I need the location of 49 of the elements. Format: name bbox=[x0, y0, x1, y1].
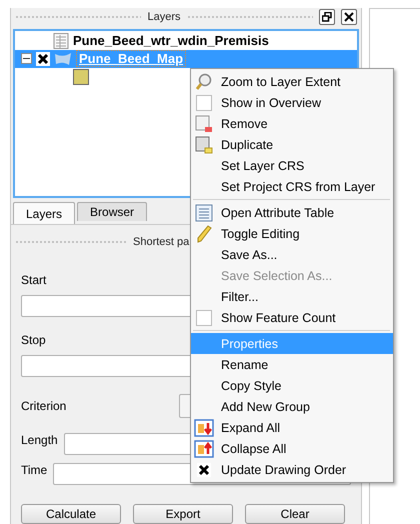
panel-title: Layers bbox=[147, 10, 181, 23]
action-button[interactable]: Calculate bbox=[21, 504, 121, 524]
layer-row[interactable]: Pune_Beed_wtr_wdin_Premisis bbox=[15, 32, 357, 50]
menu-item[interactable]: Duplicate bbox=[191, 134, 393, 155]
polygon-layer-icon bbox=[54, 52, 72, 66]
remove-layer-icon bbox=[195, 114, 213, 132]
table-layer-icon bbox=[53, 32, 69, 49]
table-icon bbox=[195, 204, 213, 222]
menu-item[interactable]: Copy Style bbox=[191, 375, 393, 396]
expand-icon bbox=[194, 418, 214, 436]
action-button[interactable]: Export bbox=[133, 504, 233, 524]
checkbox[interactable] bbox=[196, 94, 212, 110]
menu-item[interactable]: Toggle Editing bbox=[191, 223, 393, 244]
menu-item[interactable]: Update Drawing Order bbox=[191, 459, 393, 480]
field-label: Length bbox=[21, 433, 58, 447]
menu-item[interactable]: Expand All bbox=[191, 417, 393, 438]
collapse-toggle-icon[interactable] bbox=[21, 53, 32, 64]
menu-item[interactable]: Show Feature Count bbox=[191, 307, 393, 328]
menu-item[interactable]: Set Project CRS from Layer bbox=[191, 176, 393, 197]
field-label: Time bbox=[21, 463, 48, 477]
menu-item[interactable]: Save As... bbox=[191, 244, 393, 265]
menu-item[interactable]: Set Layer CRS bbox=[191, 155, 393, 176]
menu-item[interactable]: Filter... bbox=[191, 286, 393, 307]
menu-item[interactable]: Rename bbox=[191, 354, 393, 375]
menu-item[interactable]: Add New Group bbox=[191, 396, 393, 417]
menu-item[interactable]: Open Attribute Table bbox=[191, 202, 393, 223]
panel-title: Shortest pa bbox=[133, 236, 190, 248]
collapse-icon bbox=[194, 440, 214, 458]
menu-item[interactable]: Show in Overview bbox=[191, 92, 393, 113]
layer-name: Pune_Beed_wtr_wdin_Premisis bbox=[73, 33, 269, 48]
tab[interactable]: Browser bbox=[77, 202, 148, 222]
checkbox[interactable] bbox=[197, 462, 211, 476]
field-label: Criterion bbox=[21, 399, 66, 413]
checkbox[interactable] bbox=[196, 310, 212, 326]
menu-item[interactable]: Zoom to Layer Extent bbox=[191, 71, 393, 92]
field-label: Start bbox=[21, 273, 46, 287]
menu-item[interactable]: Collapse All bbox=[191, 438, 393, 459]
magnifier-icon bbox=[195, 72, 213, 90]
close-button[interactable] bbox=[341, 8, 357, 25]
legend-symbol-icon bbox=[73, 68, 89, 85]
float-button[interactable] bbox=[319, 8, 335, 25]
action-button[interactable]: Clear bbox=[245, 504, 345, 524]
field-label: Stop bbox=[21, 333, 46, 347]
tab[interactable]: Layers bbox=[13, 202, 76, 224]
layer-name: Pune_Beed_Map bbox=[76, 50, 186, 68]
duplicate-layer-icon bbox=[195, 136, 213, 154]
menu-item[interactable]: Remove bbox=[191, 113, 393, 134]
pencil-icon bbox=[195, 224, 213, 242]
checkbox[interactable] bbox=[36, 52, 50, 66]
